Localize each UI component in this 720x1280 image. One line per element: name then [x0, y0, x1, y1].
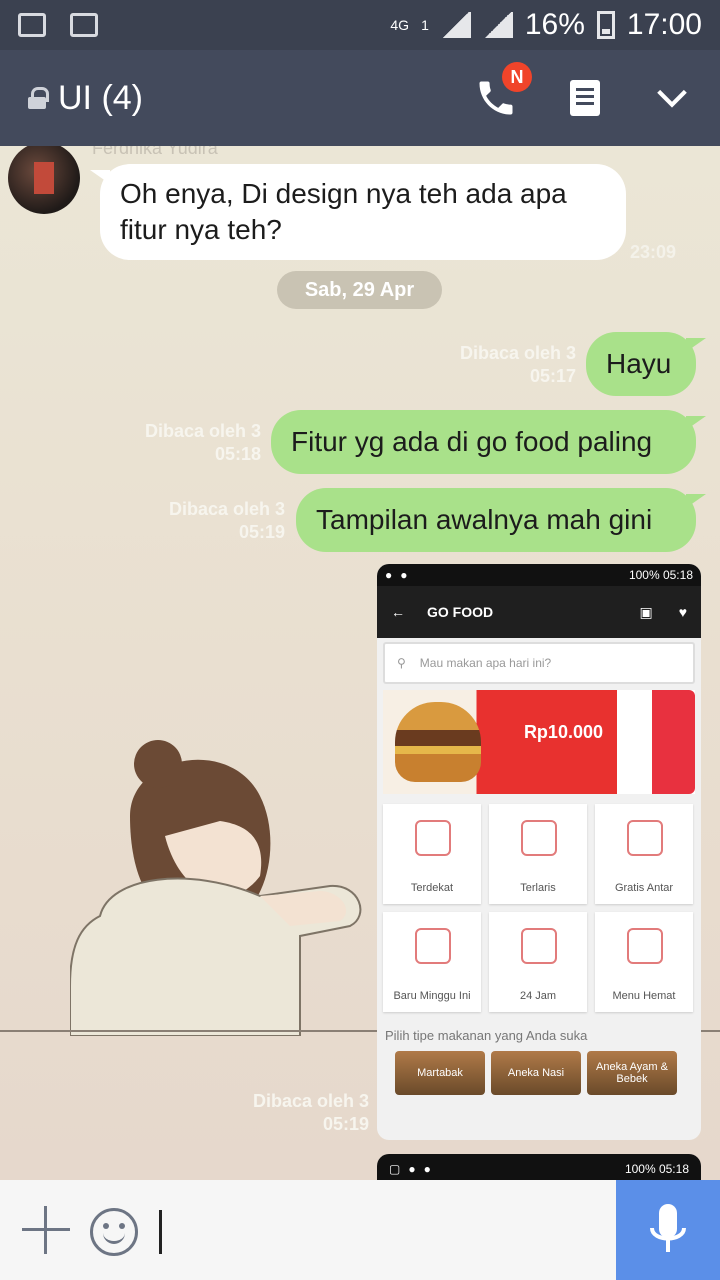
avatar[interactable]	[8, 146, 80, 214]
banner-main: Rp10.000	[383, 690, 617, 794]
shot-caption: Pilih tipe makanan yang Anda suka	[385, 1028, 588, 1043]
plus-icon[interactable]	[22, 1206, 70, 1254]
clock-icon	[521, 928, 557, 964]
burger-image	[395, 702, 481, 782]
tile: 24 Jam	[489, 912, 587, 1012]
battery-percent: 16%	[524, 8, 585, 41]
message-outgoing[interactable]: Fitur yg ada di go food paling	[271, 410, 706, 474]
battery-icon	[596, 11, 615, 39]
status-bar: 4G 1 16% 17:00	[0, 0, 720, 50]
notification-badge: N	[502, 62, 532, 92]
message-input-bar	[0, 1180, 720, 1280]
message-text: Fitur yg ada di go food paling	[291, 426, 653, 457]
wallet-icon	[627, 820, 663, 856]
read-receipt: Dibaca oleh 3 05:19	[223, 1090, 369, 1136]
emoji-icon[interactable]	[90, 1208, 138, 1256]
tile: Terlaris	[489, 804, 587, 904]
tile-label: Menu Hemat	[612, 990, 676, 1002]
tile: Menu Hemat	[595, 912, 693, 1012]
tile: Baru Minggu Ini	[383, 912, 481, 1012]
shot-status-text: 100% 05:18	[624, 1162, 689, 1176]
pot-icon	[415, 928, 451, 964]
read-label: Dibaca oleh 3	[144, 421, 261, 441]
shot-search: ⚲ Mau makan apa hari ini?	[383, 642, 695, 684]
gofood-logo: GO FOOD	[427, 604, 494, 620]
category-grid: Terdekat Terlaris Gratis Antar Baru Ming…	[377, 794, 701, 1012]
read-receipt: Dibaca oleh 3 05:19	[139, 498, 285, 544]
banner-secondary	[623, 690, 695, 794]
sim-indicator: 1	[421, 17, 429, 33]
message-incoming[interactable]: Oh enya, Di design nya teh ada apa fitur…	[90, 164, 626, 260]
message-outgoing[interactable]: Tampilan awalnya mah gini	[296, 488, 706, 552]
tile-label: Gratis Antar	[614, 882, 674, 894]
network-type: 4G	[390, 17, 410, 33]
message-time: 23:09	[630, 242, 677, 262]
mail-icon	[18, 13, 46, 37]
microphone-icon	[650, 1204, 686, 1252]
signal-icon-2	[482, 12, 513, 38]
chat-area[interactable]: Ferdnika Yudira Oh enya, Di design nya t…	[0, 146, 720, 1180]
message-time: 05:17	[529, 366, 576, 386]
message-text: Oh enya, Di design nya teh ada apa fitur…	[120, 178, 567, 245]
message-time: 05:18	[214, 444, 261, 464]
message-input[interactable]	[168, 1200, 598, 1260]
wallet-icon	[627, 928, 663, 964]
read-receipt: Dibaca oleh 3 05:18	[115, 420, 261, 466]
notes-icon[interactable]	[570, 80, 600, 116]
heart-icon: ♥	[678, 603, 687, 620]
read-receipt: Dibaca oleh 3 05:17	[430, 342, 576, 388]
read-label: Dibaca oleh 3	[459, 343, 576, 363]
sender-name: Ferdnika Yudira	[92, 146, 218, 158]
message-outgoing[interactable]: Hayu	[586, 332, 706, 396]
lock-icon	[28, 87, 49, 109]
message-text: Tampilan awalnya mah gini	[316, 504, 653, 535]
background-illustration	[70, 740, 362, 1036]
tile-label: Baru Minggu Ini	[393, 990, 471, 1002]
image-icon	[70, 13, 98, 37]
tile-label: Terdekat	[410, 882, 454, 894]
mic-button[interactable]	[616, 1180, 720, 1280]
back-arrow-icon: ←	[391, 604, 405, 620]
image-message[interactable]: ● ● 100% 05:18 ← GO FOOD ▣ ♥ ⚲ Mau makan a…	[377, 564, 701, 1140]
shot-status-bar: ● ● 100% 05:18	[377, 564, 701, 586]
clock: 17:00	[626, 8, 702, 41]
message-time: 05:19	[322, 1114, 369, 1134]
read-label: Dibaca oleh 3	[252, 1091, 369, 1111]
chat-title[interactable]: UI (4)	[58, 79, 143, 118]
image-message-2[interactable]: ▢ ● ● 100% 05:18	[377, 1154, 701, 1180]
banner-price: Rp10.000	[523, 722, 603, 742]
tile: Terdekat	[383, 804, 481, 904]
pin-icon	[415, 820, 451, 856]
search-icon: ⚲	[397, 656, 406, 670]
search-placeholder: Mau makan apa hari ini?	[419, 656, 552, 670]
food-category: Martabak	[395, 1051, 485, 1095]
food-category: Aneka Nasi	[491, 1051, 581, 1095]
food-categories: Martabak Aneka Nasi Aneka Ayam & Bebek	[377, 1051, 701, 1095]
food-category: Aneka Ayam & Bebek	[587, 1051, 677, 1095]
promo-banner: Rp10.000	[383, 690, 695, 794]
chat-header: UI (4) N	[0, 50, 720, 146]
ribbon-icon	[521, 820, 557, 856]
shot-status-text: 100% 05:18	[628, 568, 693, 582]
shot-app-bar: ← GO FOOD ▣ ♥	[377, 586, 701, 638]
read-label: Dibaca oleh 3	[168, 499, 285, 519]
tile: Gratis Antar	[595, 804, 693, 904]
text-caret	[159, 1210, 162, 1254]
message-time: 05:19	[238, 522, 285, 542]
chevron-down-icon[interactable]	[652, 78, 692, 118]
call-button[interactable]: N	[474, 62, 532, 120]
tile-label: 24 Jam	[519, 990, 557, 1002]
signal-icon	[440, 12, 471, 38]
date-separator: Sab, 29 Apr	[277, 271, 442, 309]
tile-label: Terlaris	[520, 882, 556, 894]
message-text: Hayu	[606, 348, 672, 379]
cart-icon: ▣	[639, 603, 653, 620]
